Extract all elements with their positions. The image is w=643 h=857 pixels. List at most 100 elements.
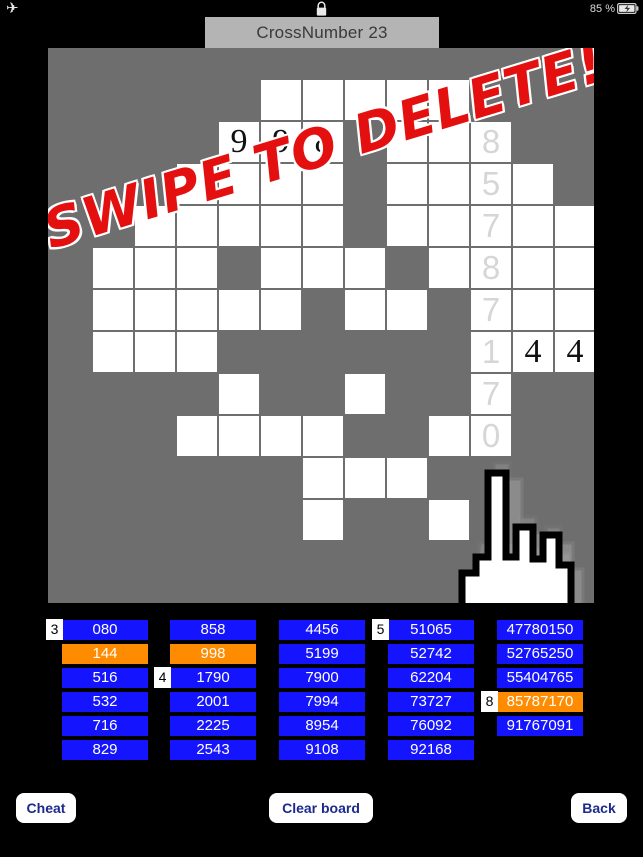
answer-tile[interactable]: 5199 bbox=[279, 644, 365, 664]
board-cell[interactable] bbox=[261, 206, 301, 246]
answer-tile[interactable]: 998 bbox=[170, 644, 256, 664]
board-cell[interactable] bbox=[303, 248, 343, 288]
answer-tile[interactable]: 2225 bbox=[170, 716, 256, 736]
answer-list-panel[interactable]: 080 144 516 532 716 829 3 858 998 1790 2001 2225 254… bbox=[0, 619, 643, 760]
board-cell[interactable] bbox=[429, 416, 469, 456]
board-cell[interactable]: 4 bbox=[513, 332, 553, 372]
board-cell[interactable] bbox=[303, 164, 343, 204]
board-cell[interactable]: 1 bbox=[471, 332, 511, 372]
answer-tile[interactable]: 76092 bbox=[388, 716, 474, 736]
board-cell[interactable] bbox=[303, 416, 343, 456]
answer-tile[interactable]: 532 bbox=[62, 692, 148, 712]
board-cell[interactable] bbox=[387, 122, 427, 162]
board-cell[interactable] bbox=[219, 164, 259, 204]
board-cell[interactable]: 9 bbox=[261, 122, 301, 162]
board-cell[interactable]: 8 bbox=[471, 122, 511, 162]
answer-tile[interactable]: 7994 bbox=[279, 692, 365, 712]
board-cell[interactable] bbox=[513, 290, 553, 330]
board-cell[interactable] bbox=[303, 80, 343, 120]
answer-tile[interactable]: 47780150 bbox=[497, 620, 583, 640]
answer-tile[interactable]: 51065 bbox=[388, 620, 474, 640]
back-button[interactable]: Back bbox=[571, 793, 627, 823]
answer-tile[interactable]: 716 bbox=[62, 716, 148, 736]
board-cell[interactable] bbox=[261, 416, 301, 456]
board-cell[interactable]: 9 bbox=[219, 122, 259, 162]
board-cell[interactable]: 8 bbox=[303, 122, 343, 162]
clear-board-button[interactable]: Clear board bbox=[269, 793, 373, 823]
board-cell[interactable] bbox=[555, 290, 594, 330]
answer-tile[interactable]: 73727 bbox=[388, 692, 474, 712]
board-cell[interactable] bbox=[345, 374, 385, 414]
board-cell[interactable] bbox=[219, 206, 259, 246]
board-cell[interactable] bbox=[261, 80, 301, 120]
board-cell[interactable] bbox=[513, 164, 553, 204]
board-cell[interactable] bbox=[429, 122, 469, 162]
crossnumber-board[interactable]: 9988578714470 SWIPE TO DELETE! bbox=[48, 48, 594, 603]
board-cell[interactable] bbox=[135, 290, 175, 330]
board-cell[interactable]: 8 bbox=[471, 248, 511, 288]
board-cell[interactable] bbox=[387, 458, 427, 498]
board-cell[interactable] bbox=[429, 206, 469, 246]
board-cell[interactable]: 7 bbox=[471, 206, 511, 246]
board-cell[interactable] bbox=[261, 164, 301, 204]
board-cell[interactable] bbox=[177, 248, 217, 288]
board-cell[interactable] bbox=[177, 290, 217, 330]
board-cell[interactable]: 7 bbox=[471, 290, 511, 330]
board-cell[interactable]: 5 bbox=[471, 164, 511, 204]
board-cell[interactable] bbox=[219, 290, 259, 330]
answer-tile[interactable]: 55404765 bbox=[497, 668, 583, 688]
board-cell[interactable] bbox=[429, 80, 469, 120]
board-cell[interactable] bbox=[513, 206, 553, 246]
cheat-button[interactable]: Cheat bbox=[16, 793, 76, 823]
board-cell[interactable] bbox=[93, 332, 133, 372]
answer-tile[interactable]: 91767091 bbox=[497, 716, 583, 736]
answer-tile[interactable]: 8954 bbox=[279, 716, 365, 736]
answer-tile[interactable]: 9108 bbox=[279, 740, 365, 760]
board-cell[interactable] bbox=[429, 500, 469, 540]
board-cell[interactable] bbox=[345, 290, 385, 330]
answer-tile[interactable]: 85787170 bbox=[497, 692, 583, 712]
answer-tile[interactable]: 1790 bbox=[170, 668, 256, 688]
board-cell[interactable] bbox=[303, 458, 343, 498]
board-cell[interactable] bbox=[555, 248, 594, 288]
board-cell[interactable]: 4 bbox=[555, 332, 594, 372]
board-cell[interactable] bbox=[387, 206, 427, 246]
answer-tile[interactable]: 4456 bbox=[279, 620, 365, 640]
board-cell[interactable] bbox=[261, 290, 301, 330]
board-cell[interactable] bbox=[177, 206, 217, 246]
board-cell[interactable] bbox=[219, 416, 259, 456]
answer-tile[interactable]: 7900 bbox=[279, 668, 365, 688]
answer-tile[interactable]: 52765250 bbox=[497, 644, 583, 664]
board-cell[interactable] bbox=[93, 290, 133, 330]
board-cell[interactable] bbox=[345, 458, 385, 498]
board-cell[interactable] bbox=[177, 416, 217, 456]
board-cell[interactable] bbox=[177, 164, 217, 204]
board-cell[interactable] bbox=[135, 332, 175, 372]
answer-tile[interactable]: 858 bbox=[170, 620, 256, 640]
board-cell[interactable] bbox=[177, 332, 217, 372]
answer-tile[interactable]: 144 bbox=[62, 644, 148, 664]
board-cell[interactable] bbox=[345, 80, 385, 120]
board-cell[interactable] bbox=[135, 206, 175, 246]
answer-tile[interactable]: 92168 bbox=[388, 740, 474, 760]
answer-tile[interactable]: 829 bbox=[62, 740, 148, 760]
answer-tile[interactable]: 62204 bbox=[388, 668, 474, 688]
board-cell[interactable] bbox=[387, 164, 427, 204]
board-cell[interactable] bbox=[387, 80, 427, 120]
answer-tile[interactable]: 2543 bbox=[170, 740, 256, 760]
board-cell[interactable]: 0 bbox=[471, 416, 511, 456]
answer-tile[interactable]: 516 bbox=[62, 668, 148, 688]
board-cell[interactable] bbox=[135, 248, 175, 288]
board-cell[interactable] bbox=[429, 164, 469, 204]
board-cell[interactable] bbox=[429, 248, 469, 288]
board-cell[interactable] bbox=[513, 248, 553, 288]
board-cell[interactable] bbox=[93, 248, 133, 288]
answer-tile[interactable]: 2001 bbox=[170, 692, 256, 712]
board-cell[interactable] bbox=[219, 374, 259, 414]
answer-tile[interactable]: 080 bbox=[62, 620, 148, 640]
board-cell[interactable] bbox=[261, 248, 301, 288]
board-cell[interactable] bbox=[387, 290, 427, 330]
board-cell[interactable] bbox=[303, 206, 343, 246]
board-cell[interactable]: 7 bbox=[471, 374, 511, 414]
board-cell[interactable] bbox=[345, 248, 385, 288]
